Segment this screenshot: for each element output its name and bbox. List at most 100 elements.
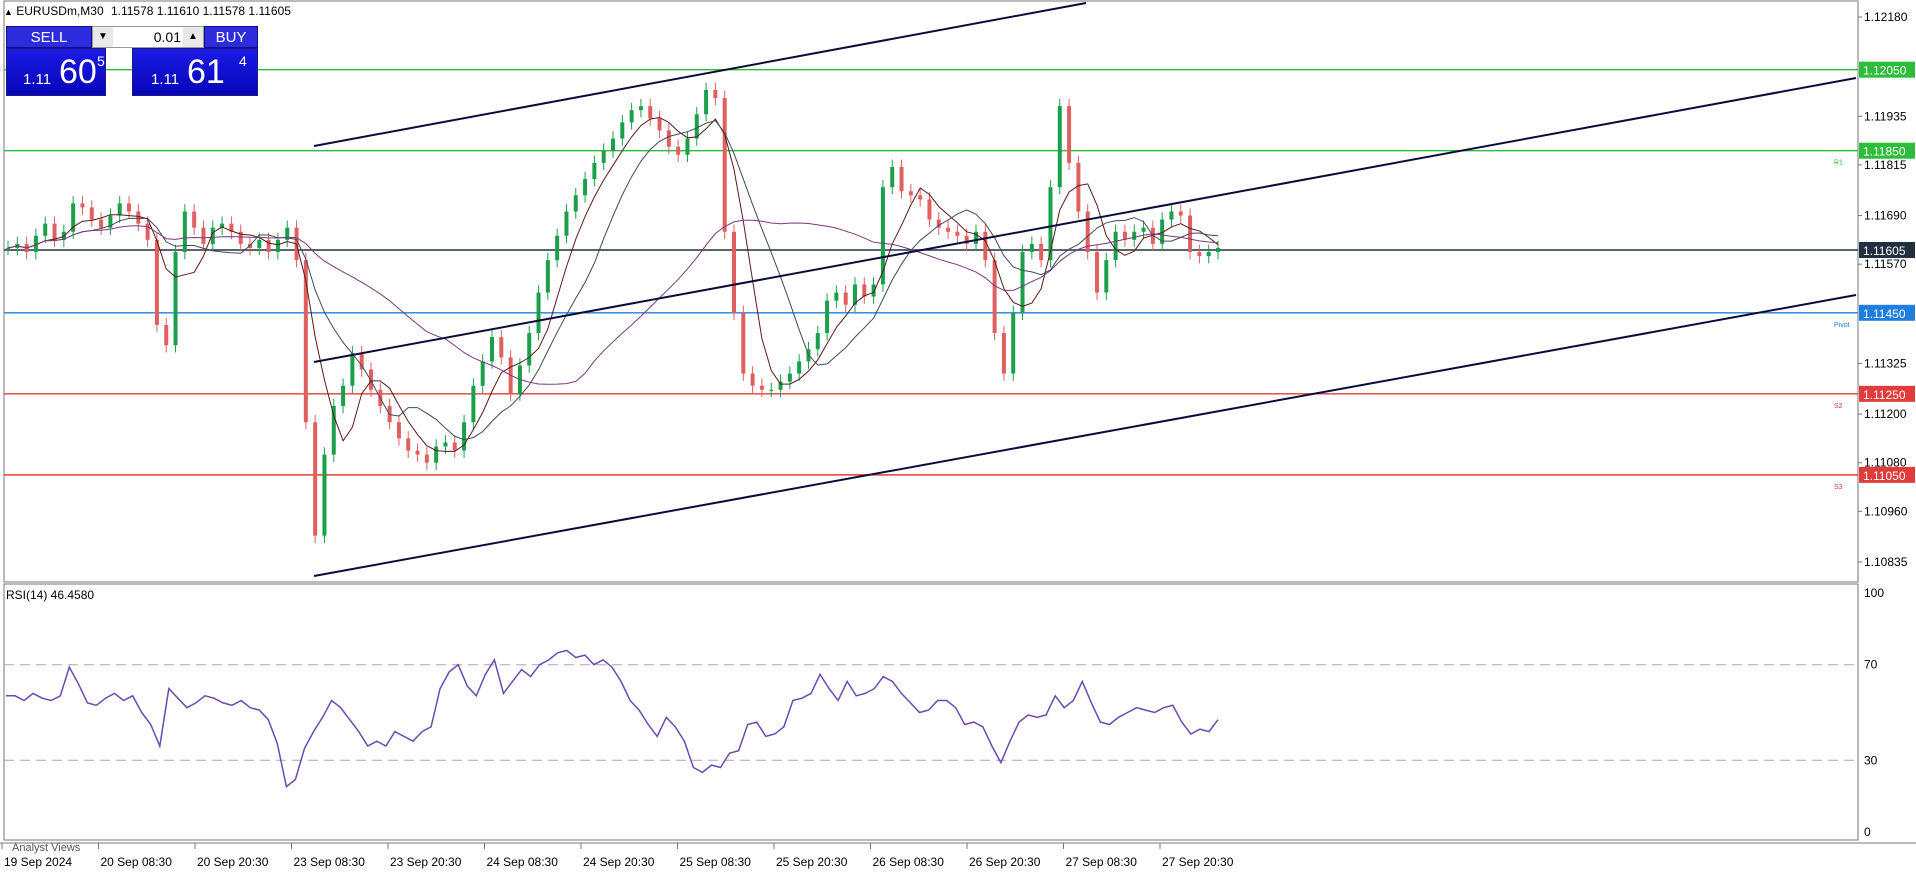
candle-body [685,138,690,155]
time-axis-label: 20 Sep 20:30 [197,855,269,869]
candle-body [1113,231,1118,261]
candle-body [676,146,681,155]
candle-body [154,239,159,325]
sell-price-box[interactable]: 1.11 60 5 [6,48,106,96]
ask-price-sup: 4 [239,53,247,69]
candle-body [322,454,327,536]
buy-price-box[interactable]: 1.11 61 4 [132,48,258,96]
candle-body [536,292,541,334]
candle-body [611,138,615,151]
rsi-scale-label: 100 [1864,586,1884,600]
price-scale-label: 1.11570 [1864,257,1907,271]
candle-body [1076,162,1081,212]
price-scale-label: 1.12180 [1864,10,1908,24]
price-tag-label: 1.11605 [1863,244,1906,258]
bid-price-prefix: 1.11 [23,71,52,88]
candle-body [406,438,411,451]
candle-body [797,361,802,374]
sell-button[interactable]: SELL [6,26,92,48]
candle-body [825,300,830,334]
candle-body [741,312,746,374]
candle-body [527,333,532,366]
candle-body [573,195,578,212]
price-tag-label: 1.11850 [1863,145,1906,159]
candle-body [666,130,671,147]
candle-body [471,385,476,423]
rsi-label: RSI(14) 46.4580 [6,588,95,602]
buy-button[interactable]: BUY [204,26,258,48]
symbol-header: ▲ EURUSDm,M30 1.11578 1.11610 1.11578 1.… [4,4,291,18]
rsi-line [6,649,1219,788]
lot-size-input[interactable] [113,27,183,47]
time-axis-label: 20 Sep 08:30 [101,855,173,869]
time-axis-label: 27 Sep 20:30 [1162,855,1234,869]
bid-price-big: 60 [59,53,97,91]
candle-body [313,422,318,536]
price-scale-label: 1.10960 [1864,504,1908,518]
symbol-ohlc: 1.11578 1.11610 1.11578 1.11605 [110,4,291,18]
price-pane-frame [3,0,1859,583]
candle-body [89,207,94,220]
candle-body [927,199,932,220]
ask-price-prefix: 1.11 [151,71,180,88]
candle-body [918,195,923,200]
candle-body [1057,106,1062,188]
candle-body [1011,312,1016,374]
candle-body [750,373,755,386]
candle-body [843,292,848,305]
candle-body [1169,211,1174,220]
candle-body [815,333,820,350]
candle-body [862,284,867,297]
candle-body [992,260,997,334]
channel-lower-line [313,294,1857,577]
price-scale-label: 1.11815 [1864,158,1907,172]
candle-body [648,106,653,119]
candle-body [173,252,178,346]
candle-body [713,89,718,99]
candle-body [192,211,197,228]
level-tag-label: S2 [1834,403,1843,410]
lot-increase-icon[interactable]: ▲ [183,27,203,47]
candle-body [1067,106,1072,163]
channel-middle-line [313,77,1857,363]
candle-body [99,219,104,228]
price-tag-label: 1.12050 [1863,64,1907,78]
rsi-scale-label: 70 [1864,658,1878,672]
ask-price-big: 61 [187,53,225,91]
candle-body [983,231,988,261]
candle-body [704,89,709,115]
candle-body [787,373,792,382]
candle-body [880,187,885,285]
time-axis-label: 25 Sep 20:30 [776,855,848,869]
price-chart[interactable]: 1.120501.11850R11.116051.11450Pivot1.112… [0,0,1916,874]
bid-price-sup: 5 [97,53,105,69]
candle-body [341,385,346,406]
candle-body [1197,252,1202,257]
candle-body [1216,247,1220,253]
candle-body [629,110,634,123]
candle-body [201,227,206,244]
candle-body [592,162,597,180]
collapse-triangle-icon[interactable]: ▲ [4,7,13,17]
price-tag-label: 1.11450 [1863,307,1906,321]
price-scale-label: 1.11690 [1864,209,1907,223]
time-axis-label: 24 Sep 08:30 [487,855,559,869]
candle-body [722,98,727,232]
candle-body [732,231,736,313]
candle-body [890,166,895,188]
candle-body [1020,252,1025,313]
candle-body [834,292,839,301]
ma-slow-line [7,219,1219,385]
candle-body [1095,252,1099,293]
candle-body [1178,211,1183,216]
price-scale-label: 1.11935 [1864,109,1907,123]
time-axis-label: 26 Sep 20:30 [969,855,1041,869]
candle-body [1001,333,1006,374]
candle-body [1029,243,1034,253]
rsi-pane-frame [3,583,1859,841]
analyst-views-tab[interactable]: Analyst Views [12,842,80,854]
lot-decrease-icon[interactable]: ▼ [93,27,113,47]
time-axis-label: 27 Sep 08:30 [1066,855,1138,869]
candle-body [946,227,951,232]
ma-fast-line [7,116,1219,452]
